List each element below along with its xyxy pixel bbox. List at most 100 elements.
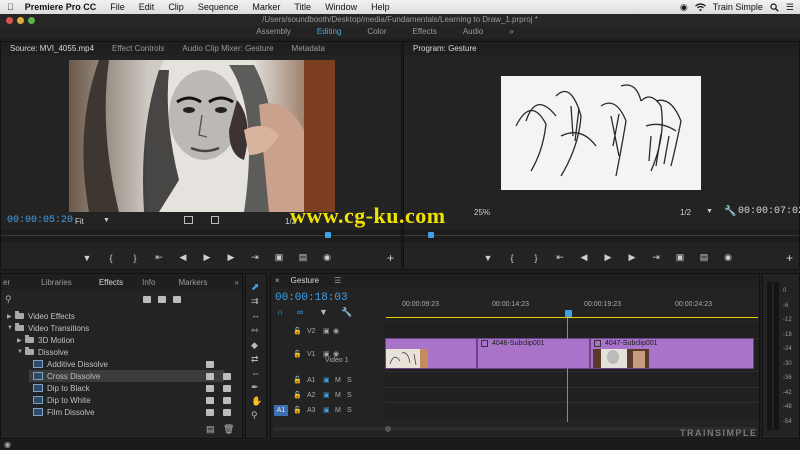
menu-sequence[interactable]: Sequence	[191, 2, 246, 12]
apple-icon[interactable]: 	[0, 2, 21, 12]
menu-title[interactable]: Title	[287, 2, 318, 12]
timeline-ruler[interactable]: 00:00:09:23 00:00:14:23 00:00:19:23 00:0…	[386, 298, 758, 318]
tree-item-dip-to-white[interactable]: Dip to White	[33, 394, 223, 406]
tab-libraries[interactable]: Libraries	[19, 278, 81, 287]
32bit-effects-icon[interactable]	[158, 296, 166, 303]
play-icon[interactable]: ▶	[195, 252, 219, 263]
source-fit-select[interactable]: Fit	[75, 217, 84, 226]
step-back-icon[interactable]: ◀	[171, 252, 195, 263]
extract-icon[interactable]: ▤	[692, 252, 716, 263]
search-icon[interactable]	[770, 2, 779, 12]
lock-icon[interactable]: 🔓	[293, 327, 307, 335]
timeline-clip-4047[interactable]: 4047-Subclip001	[590, 338, 754, 369]
timeline-close-icon[interactable]: ×	[271, 276, 289, 285]
tab-markers[interactable]: Markers	[164, 278, 216, 287]
tab-program[interactable]: Program: Gesture	[404, 44, 486, 53]
slide-tool-icon[interactable]: ⇔	[251, 368, 260, 378]
solo-button[interactable]: S	[347, 377, 359, 384]
program-go-to-in-icon[interactable]: ⇤	[548, 252, 572, 263]
zoom-tool-icon[interactable]: ⚲	[251, 410, 258, 421]
program-play-icon[interactable]: ▶	[596, 252, 620, 263]
timeline-playhead[interactable]	[565, 310, 572, 317]
source-scrub-bar[interactable]	[1, 230, 401, 242]
timeline-settings-icon[interactable]: 🔧	[341, 307, 352, 318]
mark-in-icon[interactable]: {	[99, 253, 123, 263]
panel-overflow-icon[interactable]: »	[216, 278, 247, 287]
program-add-marker-icon[interactable]: ▼	[476, 253, 500, 263]
pen-tool-icon[interactable]: ✒	[251, 382, 259, 393]
close-window-button[interactable]	[6, 17, 13, 24]
razor-tool-icon[interactable]: ◆	[251, 340, 258, 351]
eye-icon[interactable]: ◉	[333, 327, 343, 335]
solo-button[interactable]: S	[347, 407, 359, 414]
program-step-forward-icon[interactable]: ▶	[620, 252, 644, 263]
tree-item-dissolve[interactable]: ▼ Dissolve	[17, 346, 68, 358]
lock-icon[interactable]: 🔓	[293, 350, 307, 358]
fit-dropdown-icon[interactable]: ▼	[103, 217, 110, 224]
timeline-timecode[interactable]: 00:00:18:03	[275, 292, 348, 304]
source-timecode[interactable]: 00:00:05:20	[7, 215, 73, 226]
solo-button[interactable]: S	[347, 392, 359, 399]
tree-item-dip-to-black[interactable]: Dip to Black	[33, 382, 223, 394]
timeline-menu-icon[interactable]: ☰	[328, 276, 350, 285]
lock-icon[interactable]: 🔓	[293, 406, 307, 414]
program-add-button-icon[interactable]: +	[786, 251, 793, 265]
sync-lock-icon[interactable]: ▣	[323, 376, 335, 384]
list-icon[interactable]: ☰	[786, 2, 794, 13]
tree-item-cross-dissolve[interactable]: Cross Dissolve	[29, 370, 224, 382]
accelerated-effects-icon[interactable]	[143, 296, 151, 303]
workspace-color[interactable]: Color	[367, 26, 386, 38]
program-zoom-select[interactable]: 25%	[474, 208, 490, 217]
wrench-icon[interactable]: 🔧	[724, 206, 736, 217]
go-to-in-icon[interactable]: ⇤	[147, 252, 171, 263]
timeline-clip-4046-b[interactable]: 4046-Subclip001	[477, 338, 590, 369]
menu-clip[interactable]: Clip	[161, 2, 191, 12]
add-timeline-marker-icon[interactable]: ▼	[319, 307, 328, 317]
creative-cloud-icon[interactable]: ◉	[680, 2, 688, 13]
tree-item-video-transitions[interactable]: ▼ Video Transitions	[7, 322, 89, 334]
resolution-dropdown-icon[interactable]: ▼	[706, 208, 713, 215]
sync-lock-icon[interactable]: ▣	[323, 406, 335, 414]
program-mark-out-icon[interactable]: }	[524, 253, 548, 263]
program-resolution[interactable]: 1/2	[680, 208, 691, 217]
insert-icon[interactable]: ▣	[267, 252, 291, 263]
effects-search-icon[interactable]: ⚲	[5, 294, 12, 305]
mute-button[interactable]: M	[335, 377, 347, 384]
program-playhead[interactable]	[428, 232, 434, 238]
overwrite-icon[interactable]: ▤	[291, 252, 315, 263]
ripple-edit-tool-icon[interactable]: ↔	[251, 310, 260, 320]
hand-tool-icon[interactable]: ✋	[251, 396, 262, 407]
workspace-overflow-icon[interactable]: »	[509, 26, 513, 38]
mute-button[interactable]: M	[335, 392, 347, 399]
user-menu[interactable]: Train Simple	[713, 2, 763, 12]
tree-item-video-effects[interactable]: ▶ Video Effects	[7, 310, 75, 322]
workspace-assembly[interactable]: Assembly	[256, 26, 291, 38]
workspace-effects[interactable]: Effects	[413, 26, 437, 38]
program-scrub-bar[interactable]	[404, 230, 799, 242]
tab-effect-controls[interactable]: Effect Controls	[103, 44, 173, 53]
rolling-edit-tool-icon[interactable]: ⇿	[251, 325, 259, 336]
workspace-audio[interactable]: Audio	[463, 26, 483, 38]
menu-window[interactable]: Window	[318, 2, 364, 12]
program-export-frame-icon[interactable]: ◉	[716, 252, 740, 263]
app-menu[interactable]: Premiere Pro CC	[21, 2, 104, 12]
menu-file[interactable]: File	[103, 2, 132, 12]
tab-audio-clip-mixer[interactable]: Audio Clip Mixer: Gesture	[173, 44, 282, 53]
new-bin-icon[interactable]: ▤	[206, 424, 215, 435]
tree-item-film-dissolve[interactable]: Film Dissolve	[33, 406, 223, 418]
export-frame-icon[interactable]: ◉	[315, 252, 339, 263]
linked-selection-icon[interactable]: ∞	[297, 307, 303, 317]
sync-lock-icon[interactable]: ▣	[323, 391, 335, 399]
mute-button[interactable]: M	[335, 407, 347, 414]
lift-icon[interactable]: ▣	[668, 252, 692, 263]
timeline-clip-4046[interactable]	[385, 338, 477, 369]
tab-overflow[interactable]: er	[1, 278, 19, 287]
tab-metadata[interactable]: Metadata	[283, 44, 334, 53]
audio-waveform-icon[interactable]	[211, 216, 219, 224]
lock-icon[interactable]: 🔓	[293, 391, 307, 399]
program-go-to-out-icon[interactable]: ⇥	[644, 252, 668, 263]
tab-info[interactable]: Info	[132, 278, 164, 287]
zoom-window-button[interactable]	[28, 17, 35, 24]
menu-edit[interactable]: Edit	[132, 2, 162, 12]
trash-icon[interactable]: 🗑	[223, 424, 234, 435]
